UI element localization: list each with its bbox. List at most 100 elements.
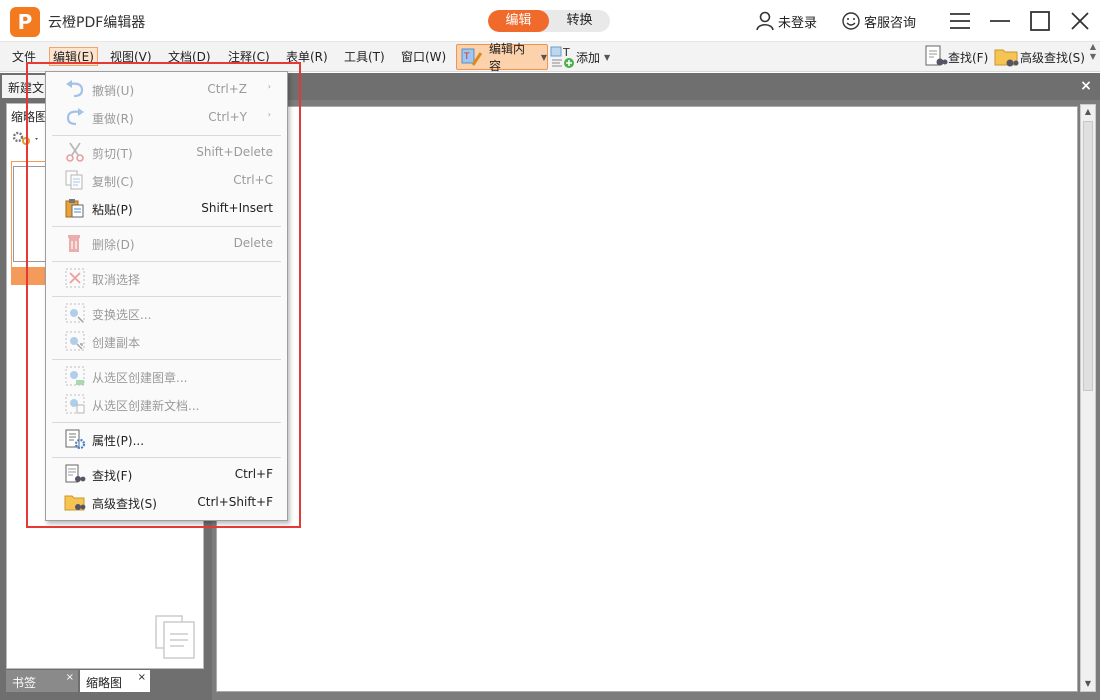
undo-icon — [66, 80, 84, 98]
edit-content-icon: T — [461, 48, 483, 66]
paste-icon — [65, 199, 84, 218]
menu-edit[interactable]: 编辑(E) — [49, 47, 98, 66]
menu-item-redo[interactable]: 重做(R) Ctrl+Y › — [46, 103, 287, 131]
menu-item-undo[interactable]: 撤销(U) Ctrl+Z › — [46, 75, 287, 103]
svg-text:T: T — [463, 52, 470, 62]
support-button[interactable]: 客服咨询 — [841, 11, 916, 31]
app-logo: P — [10, 7, 40, 37]
maximize-button[interactable] — [1020, 0, 1060, 42]
maximize-icon — [1030, 11, 1050, 31]
menu-button[interactable] — [940, 0, 980, 42]
user-icon — [756, 11, 774, 31]
svg-text:T: T — [562, 46, 570, 59]
menu-item-delete[interactable]: 删除(D) Delete — [46, 229, 287, 257]
new-document-icon — [65, 394, 85, 414]
find-icon — [65, 464, 86, 483]
menu-document[interactable]: 文档(D) — [168, 48, 211, 65]
scroll-up-icon[interactable]: ▲ — [1081, 105, 1095, 119]
menu-item-transform-selection[interactable]: 变换选区... — [46, 299, 287, 327]
redo-icon — [66, 108, 84, 126]
find-label: 查找(F) — [948, 50, 989, 65]
close-button[interactable] — [1060, 0, 1100, 42]
menu-view[interactable]: 视图(V) — [110, 48, 152, 65]
scroll-down-icon[interactable]: ▼ — [1081, 677, 1095, 691]
advanced-find-button[interactable]: 高级查找(S) — [994, 45, 1085, 69]
menu-item-advanced-find[interactable]: 高级查找(S) Ctrl+Shift+F — [46, 488, 287, 516]
app-title: 云橙PDF编辑器 — [48, 15, 146, 31]
chevron-right-icon: › — [267, 82, 271, 91]
scissors-icon — [66, 142, 84, 162]
ribbon-scroll[interactable]: ▲ ▼ — [1088, 42, 1098, 72]
transform-selection-icon — [65, 303, 85, 323]
document-area: ▲ ▼ — [212, 100, 1100, 700]
menu-item-create-copy[interactable]: 创建副本 — [46, 327, 287, 355]
menu-item-properties[interactable]: 属性(P)... — [46, 425, 287, 453]
support-label: 客服咨询 — [863, 15, 916, 31]
login-label: 未登录 — [777, 15, 817, 31]
settings-button[interactable] — [11, 130, 41, 151]
menu-item-paste[interactable]: 粘贴(P) Shift+Insert — [46, 194, 287, 222]
close-icon — [1071, 12, 1089, 30]
menu-item-copy[interactable]: 复制(C) Ctrl+C — [46, 166, 287, 194]
scrollbar-thumb[interactable] — [1083, 121, 1093, 391]
chevron-right-icon: › — [267, 110, 271, 119]
chevron-down-icon: ▼ — [540, 52, 547, 62]
menu-tools[interactable]: 工具(T) — [344, 48, 385, 65]
menu-comment[interactable]: 注释(C) — [228, 48, 270, 65]
folder-search-icon — [994, 49, 1019, 67]
deselect-icon — [65, 268, 85, 288]
minimize-button[interactable] — [980, 0, 1020, 42]
menu-separator — [52, 296, 281, 297]
menu-window[interactable]: 窗口(W) — [401, 48, 446, 65]
folder-search-icon — [64, 495, 86, 511]
tab-thumbnails[interactable]: 缩略图 × — [80, 670, 150, 692]
menu-separator — [52, 135, 281, 136]
menu-separator — [52, 359, 281, 360]
advanced-find-label: 高级查找(S) — [1020, 50, 1085, 65]
properties-icon — [65, 429, 86, 449]
hamburger-icon — [950, 13, 970, 29]
close-icon[interactable]: × — [138, 672, 146, 683]
close-document-icon[interactable]: × — [1078, 78, 1094, 94]
edit-content-button[interactable]: T 编辑内容 ▼ — [456, 42, 548, 73]
menu-form[interactable]: 表单(R) — [286, 48, 328, 65]
smile-icon — [842, 12, 860, 30]
login-button[interactable]: 未登录 — [755, 11, 817, 31]
title-bar: P 云橙PDF编辑器 编辑 转换 未登录 客服咨询 — [0, 0, 1100, 42]
close-icon[interactable]: × — [66, 672, 74, 683]
tab-thumbnails-label: 缩略图 — [86, 676, 123, 690]
tab-bookmarks-label: 书签 — [12, 676, 37, 690]
menu-item-create-document[interactable]: 从选区创建新文档... — [46, 390, 287, 418]
menu-separator — [52, 457, 281, 458]
add-label: 添加 — [576, 50, 601, 65]
menu-item-create-stamp[interactable]: 从选区创建图章... — [46, 362, 287, 390]
mode-edit-tab[interactable]: 编辑 — [488, 10, 549, 32]
gear-icon — [12, 131, 38, 145]
find-button[interactable]: 查找(F) — [924, 45, 988, 69]
mode-convert-tab[interactable]: 转换 — [549, 10, 610, 32]
tab-bookmarks[interactable]: 书签 × — [6, 670, 78, 692]
menu-separator — [52, 422, 281, 423]
minimize-icon — [990, 20, 1010, 22]
chevron-down-icon: ▼ — [604, 52, 611, 62]
stamp-icon — [65, 366, 85, 386]
add-button[interactable]: T 添加 ▼ — [550, 45, 610, 69]
pages-icon — [154, 614, 198, 663]
panel-title: 缩略图 — [11, 110, 48, 124]
menu-file[interactable]: 文件 — [12, 48, 36, 65]
menu-separator — [52, 226, 281, 227]
menu-item-cut[interactable]: 剪切(T) Shift+Delete — [46, 138, 287, 166]
edit-menu-dropdown: 撤销(U) Ctrl+Z › 重做(R) Ctrl+Y › 剪切(T) Shif… — [45, 71, 288, 521]
menu-item-deselect[interactable]: 取消选择 — [46, 264, 287, 292]
document-page[interactable] — [216, 106, 1078, 692]
add-text-icon: T — [550, 46, 574, 68]
find-icon — [925, 45, 948, 66]
edit-content-label: 编辑内容 — [488, 42, 525, 73]
vertical-scrollbar[interactable]: ▲ ▼ — [1080, 104, 1096, 692]
trash-icon — [68, 235, 80, 252]
menu-item-find[interactable]: 查找(F) Ctrl+F — [46, 460, 287, 488]
copy-icon — [65, 170, 83, 190]
menu-separator — [52, 261, 281, 262]
mode-switch: 编辑 转换 — [488, 10, 610, 32]
document-tab[interactable]: 新建文 — [2, 75, 46, 98]
